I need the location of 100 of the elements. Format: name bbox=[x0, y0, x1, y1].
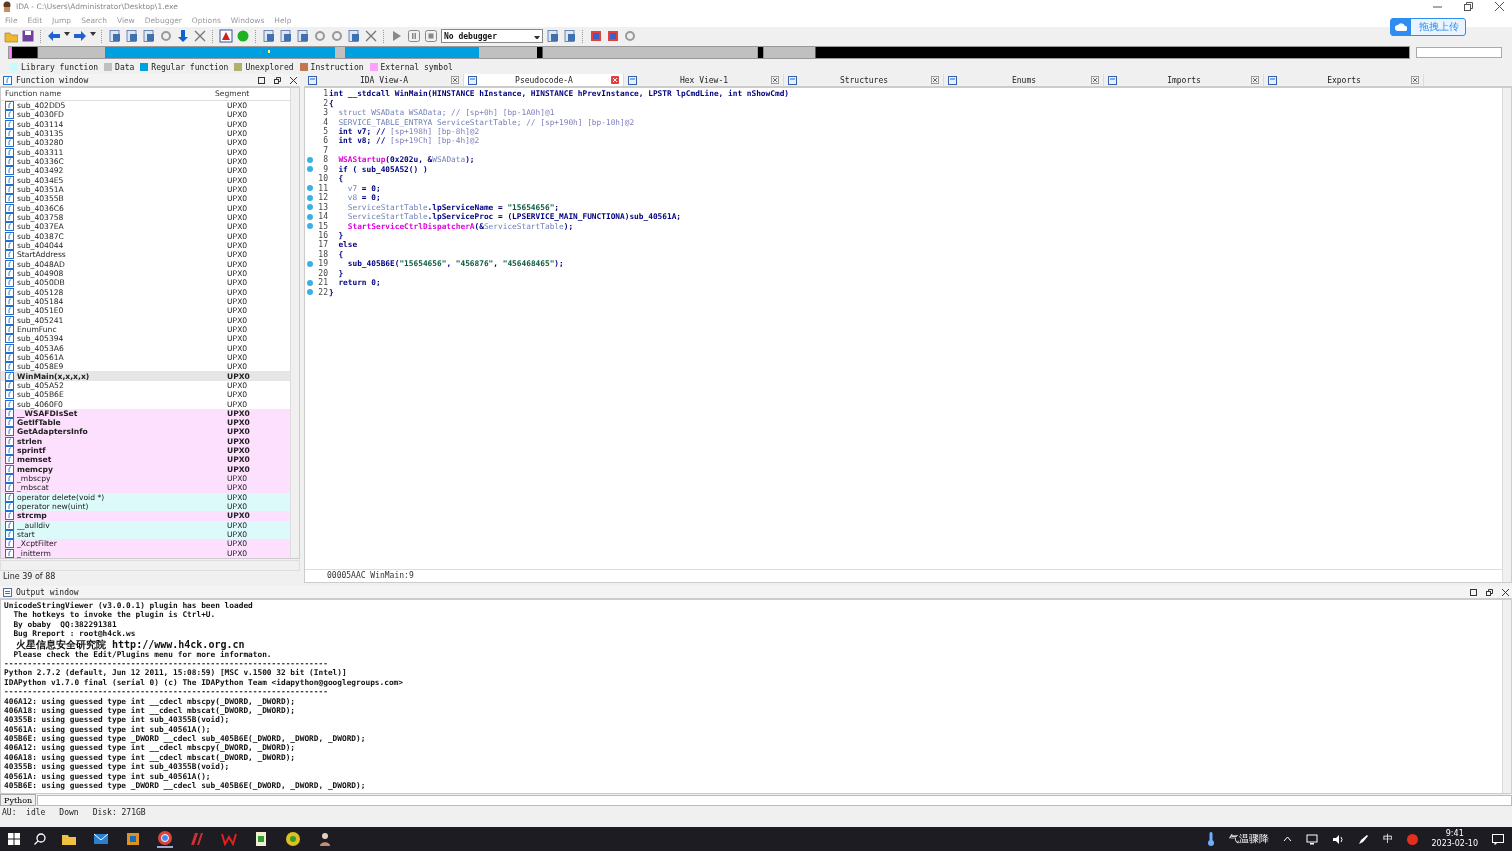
legend-label: Data bbox=[115, 62, 135, 72]
function-icon bbox=[5, 194, 14, 204]
breakpoint-dot[interactable] bbox=[307, 204, 313, 211]
line-number: 1 bbox=[322, 89, 328, 99]
debugger-dropdown[interactable]: No debugger bbox=[441, 29, 543, 43]
breakpoint-dot[interactable] bbox=[307, 194, 313, 201]
search-icon[interactable] bbox=[34, 833, 46, 845]
function-icon bbox=[5, 464, 14, 474]
tab[interactable]: Hex View-1 bbox=[624, 74, 784, 86]
window-icon bbox=[948, 75, 957, 85]
windows-logo-icon[interactable] bbox=[8, 833, 20, 845]
close-icon[interactable] bbox=[931, 76, 939, 84]
tab[interactable]: Imports bbox=[1104, 74, 1264, 86]
clock-date[interactable]: 2023-02-10 bbox=[1431, 839, 1478, 849]
function-icon bbox=[5, 129, 14, 138]
line-number: 15 bbox=[317, 221, 328, 231]
navigation-dropdown[interactable] bbox=[1416, 46, 1502, 58]
close-icon[interactable] bbox=[290, 76, 297, 84]
function-icon bbox=[5, 455, 14, 465]
function-icon bbox=[5, 222, 14, 232]
letter-w-icon[interactable] bbox=[221, 831, 237, 847]
close-icon[interactable] bbox=[1411, 76, 1419, 84]
stop-icon[interactable] bbox=[424, 29, 438, 43]
vertical-scrollbar[interactable] bbox=[1502, 600, 1511, 793]
weather-text[interactable]: 气温骤降 bbox=[1228, 832, 1269, 846]
cross-icon[interactable] bbox=[364, 29, 378, 43]
function-icon bbox=[5, 427, 14, 437]
maximize-icon[interactable] bbox=[1470, 588, 1477, 596]
tab[interactable]: Enums bbox=[944, 74, 1104, 86]
app-icon[interactable] bbox=[189, 831, 205, 847]
maximize-icon[interactable] bbox=[258, 76, 265, 84]
close-icon[interactable] bbox=[771, 76, 779, 84]
breakpoint-dot[interactable] bbox=[307, 156, 313, 163]
cross-icon[interactable] bbox=[193, 29, 207, 43]
line-number: 12 bbox=[317, 193, 328, 203]
warning-icon[interactable] bbox=[219, 29, 233, 43]
function-icon bbox=[5, 268, 14, 278]
breakpoint-dot[interactable] bbox=[307, 166, 313, 173]
coin-icon[interactable] bbox=[285, 831, 301, 847]
vertical-scrollbar[interactable] bbox=[1502, 88, 1511, 582]
network-icon[interactable] bbox=[1305, 833, 1318, 845]
close-icon[interactable] bbox=[1495, 2, 1504, 11]
breakpoint-dot[interactable] bbox=[307, 185, 313, 192]
function-icon bbox=[5, 259, 14, 269]
close-icon[interactable] bbox=[451, 76, 459, 84]
tab[interactable]: Exports bbox=[1264, 74, 1424, 86]
tab[interactable]: IDA View-A bbox=[304, 74, 464, 86]
restore-icon[interactable] bbox=[1464, 2, 1473, 11]
language-button[interactable]: Python bbox=[0, 794, 37, 806]
function-icon bbox=[5, 502, 14, 512]
thermometer-icon[interactable] bbox=[1206, 832, 1215, 846]
restore-icon[interactable] bbox=[274, 76, 281, 84]
breakpoint-dot[interactable] bbox=[307, 223, 313, 230]
navigation-band-drawing[interactable] bbox=[8, 45, 1410, 59]
browser-icon[interactable] bbox=[157, 830, 173, 848]
function-icon bbox=[5, 203, 14, 213]
tab[interactable]: Structures bbox=[784, 74, 944, 86]
breakpoint-dot[interactable] bbox=[307, 260, 313, 267]
close-icon[interactable] bbox=[1502, 588, 1509, 596]
arrow-down-icon[interactable] bbox=[176, 29, 190, 43]
vertical-scrollbar[interactable] bbox=[290, 88, 299, 558]
input-method-indicator[interactable]: 中 bbox=[1382, 832, 1393, 846]
function-icon bbox=[5, 306, 14, 316]
function-icon bbox=[5, 539, 14, 549]
breakpoint-dot[interactable] bbox=[307, 213, 313, 220]
figure-icon[interactable] bbox=[317, 831, 333, 847]
arrow-right-icon[interactable] bbox=[73, 29, 87, 43]
pen-icon[interactable] bbox=[1357, 833, 1369, 845]
function-icon bbox=[5, 408, 14, 418]
notification-icon[interactable] bbox=[1492, 833, 1504, 845]
box-icon[interactable] bbox=[125, 831, 141, 847]
tab[interactable]: Pseudocode-A bbox=[464, 74, 624, 86]
line-number: 19 bbox=[317, 259, 328, 269]
pause-icon[interactable] bbox=[407, 29, 421, 43]
command-field[interactable] bbox=[37, 794, 1512, 806]
document-icon[interactable] bbox=[253, 831, 269, 847]
function-icon bbox=[5, 483, 14, 493]
horizontal-scrollbar[interactable] bbox=[0, 560, 300, 571]
line-number: 6 bbox=[322, 136, 328, 146]
panel-title: Function window bbox=[16, 75, 89, 85]
close-icon[interactable] bbox=[1251, 76, 1259, 84]
arrow-left-icon[interactable] bbox=[47, 29, 61, 43]
function-icon bbox=[5, 138, 14, 148]
envelope-icon[interactable] bbox=[93, 831, 109, 847]
breakpoint-dot[interactable] bbox=[307, 279, 313, 286]
circle-icon[interactable] bbox=[236, 29, 250, 43]
line-number: 3 bbox=[322, 108, 328, 118]
restore-icon[interactable] bbox=[1486, 588, 1493, 596]
speaker-icon[interactable] bbox=[1331, 833, 1344, 845]
breakpoint-dot[interactable] bbox=[307, 289, 313, 296]
function-icon bbox=[5, 101, 14, 110]
chevron-up-icon[interactable] bbox=[1282, 836, 1292, 842]
close-icon[interactable] bbox=[1091, 76, 1099, 84]
clock-time[interactable]: 9:41 bbox=[1445, 829, 1464, 839]
caret-icon bbox=[534, 33, 540, 39]
app-icon[interactable] bbox=[1406, 833, 1418, 845]
legend-label: Regular function bbox=[151, 62, 229, 72]
function-icon bbox=[5, 380, 14, 390]
line-number: 22 bbox=[317, 287, 328, 297]
status-text: AU: idle bbox=[2, 807, 46, 817]
